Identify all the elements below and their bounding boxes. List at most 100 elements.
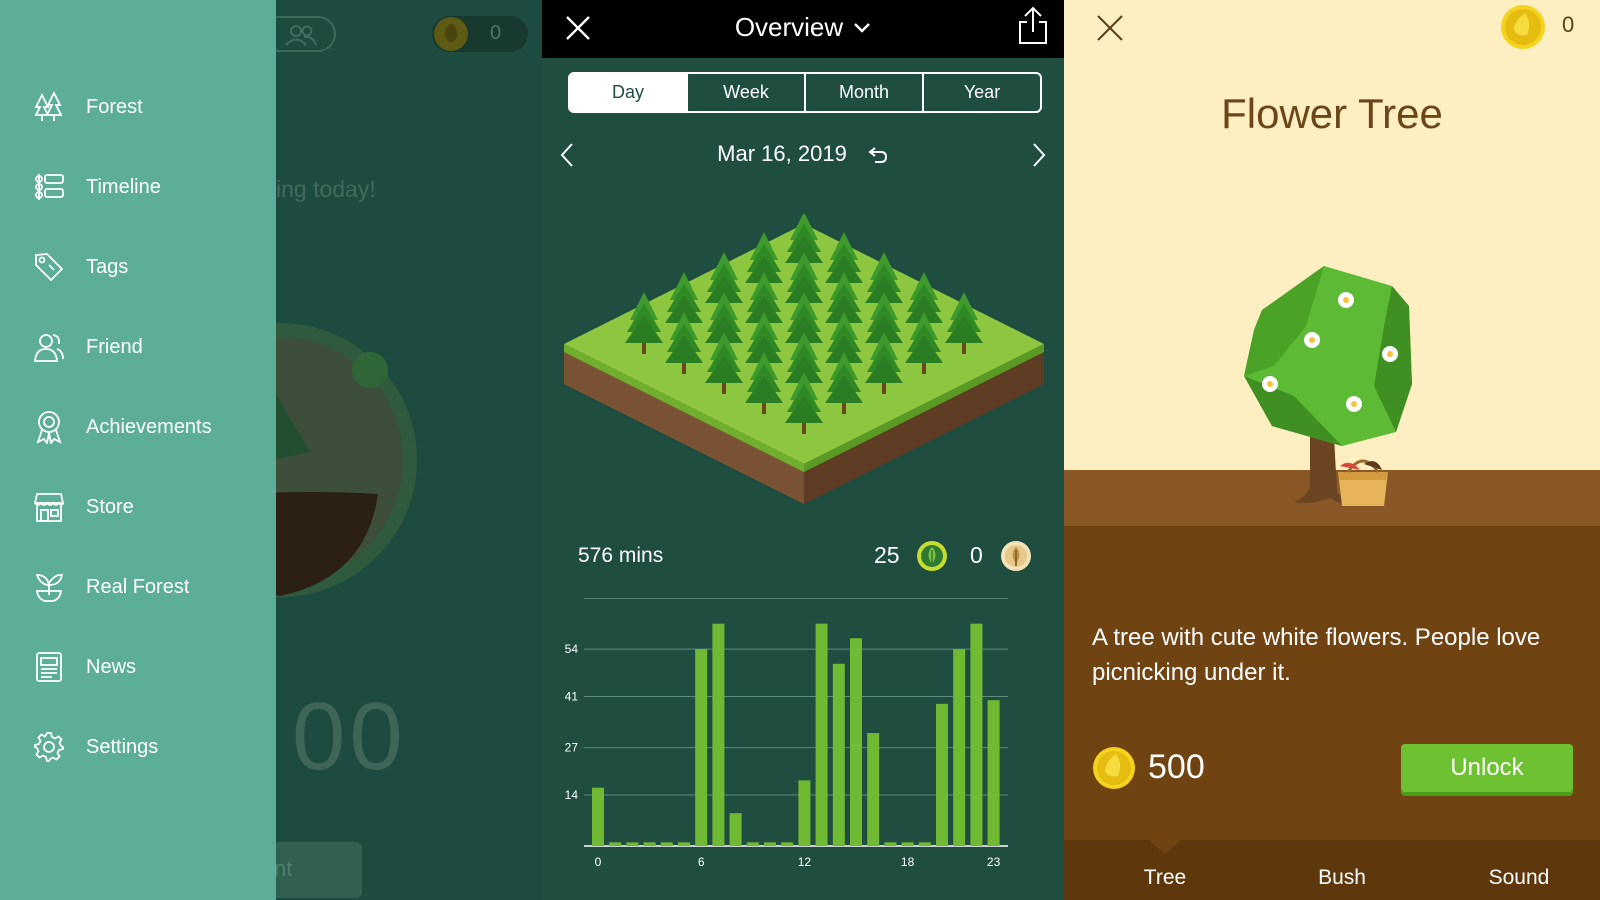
total-focus-time: 576 mins xyxy=(578,544,664,567)
sprout-icon xyxy=(32,570,66,604)
sidebar-item-label: Real Forest xyxy=(86,575,190,598)
sidebar-item-label: News xyxy=(86,655,137,678)
sidebar-item-label: Achievements xyxy=(86,415,212,438)
bar-hour-22 xyxy=(970,623,983,846)
store-category-tabs: Tree Bush Sound xyxy=(1064,840,1600,900)
overview-title-button[interactable]: Overview xyxy=(735,12,871,43)
dead-tree-count: 0 xyxy=(970,542,983,568)
tab-year[interactable]: Year xyxy=(922,74,1040,111)
bar-hour-8 xyxy=(729,813,742,846)
bar-hour-21 xyxy=(953,649,966,846)
bar-hour-14 xyxy=(832,663,845,846)
close-icon[interactable] xyxy=(1094,12,1126,44)
bar-hour-1 xyxy=(609,842,622,846)
forest-island xyxy=(564,214,1044,504)
sidebar-item-forest[interactable]: Forest xyxy=(32,82,272,132)
sidebar-item-label: Timeline xyxy=(86,175,161,198)
friend-icon xyxy=(32,330,66,364)
coin-icon xyxy=(1501,5,1545,49)
y-tick-label: 54 xyxy=(565,642,579,656)
dead-tree-icon xyxy=(1001,541,1031,571)
period-selector: Day Week Month Year xyxy=(568,72,1042,113)
sidebar-item-tags[interactable]: Tags xyxy=(32,242,272,292)
tab-bush[interactable]: Bush xyxy=(1272,866,1412,890)
active-tab-indicator xyxy=(1149,840,1181,854)
bar-hour-16 xyxy=(867,733,880,846)
news-icon xyxy=(32,650,66,684)
coin-count: 0 xyxy=(490,22,502,44)
sidebar-item-real-forest[interactable]: Real Forest xyxy=(32,562,272,612)
bar-hour-20 xyxy=(936,703,948,846)
bar-hour-3 xyxy=(643,842,656,846)
bar-hour-4 xyxy=(660,842,673,846)
bar-hour-15 xyxy=(850,638,862,846)
reset-date-icon[interactable] xyxy=(867,145,889,165)
progress-handle xyxy=(352,352,388,388)
tab-week[interactable]: Week xyxy=(686,74,804,111)
tab-day[interactable]: Day xyxy=(570,74,686,111)
overview-title: Overview xyxy=(734,12,844,42)
forest-icon xyxy=(32,90,66,124)
date-navigator: Mar 16, 2019 xyxy=(542,136,1064,172)
bar-hour-23 xyxy=(987,700,1000,846)
healthy-tree-icon xyxy=(917,541,947,571)
tag-icon xyxy=(32,250,66,284)
y-tick-label: 41 xyxy=(565,690,579,704)
sidebar-item-label: Store xyxy=(86,495,134,518)
overview-screen: Overview Day Week Month Year Mar 16, 201… xyxy=(542,0,1064,900)
coin-count: 0 xyxy=(1562,12,1575,37)
chevron-right-icon[interactable] xyxy=(1026,142,1050,168)
sidebar-item-label: Forest xyxy=(86,95,143,118)
x-tick-label: 18 xyxy=(901,855,915,869)
achievements-icon xyxy=(32,410,66,444)
item-description: A tree with cute white flowers. People l… xyxy=(1092,624,1541,686)
x-tick-label: 23 xyxy=(987,855,1001,869)
sidebar-item-store[interactable]: Store xyxy=(32,482,272,532)
coin-icon xyxy=(434,17,468,51)
flower-tree-illustration xyxy=(1244,266,1412,506)
share-icon[interactable] xyxy=(1016,6,1050,46)
store-icon xyxy=(32,490,66,524)
unlock-button[interactable]: Unlock xyxy=(1401,744,1573,792)
daily-stats: 576 mins 25 0 xyxy=(542,540,1064,580)
x-tick-label: 6 xyxy=(698,855,705,869)
home-screen: 0 ing today! 00 nt Forest Timeline Tags … xyxy=(0,0,542,900)
healthy-tree-count: 25 xyxy=(874,542,900,568)
chevron-down-icon xyxy=(854,22,871,33)
sidebar-item-label: Friend xyxy=(86,335,143,358)
bar-hour-19 xyxy=(918,842,931,846)
bar-hour-5 xyxy=(678,842,690,846)
coin-balance[interactable]: 0 xyxy=(432,16,528,52)
sidebar-item-label: Settings xyxy=(86,735,159,758)
item-title: Flower Tree xyxy=(1221,90,1443,137)
y-tick-label: 14 xyxy=(565,788,579,802)
sidebar-item-friend[interactable]: Friend xyxy=(32,322,272,372)
y-tick-label: 27 xyxy=(565,741,579,755)
sidebar-item-news[interactable]: News xyxy=(32,642,272,692)
sidebar: Forest Timeline Tags Friend Achievements xyxy=(0,0,276,900)
friends-icon xyxy=(285,25,317,46)
bar-hour-13 xyxy=(815,623,828,846)
bar-hour-11 xyxy=(781,842,794,846)
bar-hour-6 xyxy=(695,649,708,846)
tab-sound[interactable]: Sound xyxy=(1449,866,1589,890)
sidebar-item-timeline[interactable]: Timeline xyxy=(32,162,272,212)
coin-icon xyxy=(1093,747,1135,789)
sidebar-item-settings[interactable]: Settings xyxy=(32,722,272,772)
timeline-icon xyxy=(32,170,66,204)
gear-icon xyxy=(32,730,66,764)
tab-tree[interactable]: Tree xyxy=(1095,866,1235,890)
tab-month[interactable]: Month xyxy=(804,74,922,111)
bar-hour-18 xyxy=(901,842,914,846)
sidebar-item-achievements[interactable]: Achievements xyxy=(32,402,272,452)
bar-hour-2 xyxy=(626,842,639,846)
store-detail-screen: 0 Flower Tree A tree with cute white flo… xyxy=(1064,0,1600,900)
overview-header: Overview xyxy=(542,0,1064,58)
item-price: 500 xyxy=(1148,748,1205,786)
bar-hour-0 xyxy=(592,787,604,846)
bar-hour-7 xyxy=(712,623,725,846)
current-date: Mar 16, 2019 xyxy=(717,141,847,166)
x-tick-label: 12 xyxy=(798,855,812,869)
bar-hour-12 xyxy=(798,780,811,846)
bar-hour-10 xyxy=(764,842,776,846)
